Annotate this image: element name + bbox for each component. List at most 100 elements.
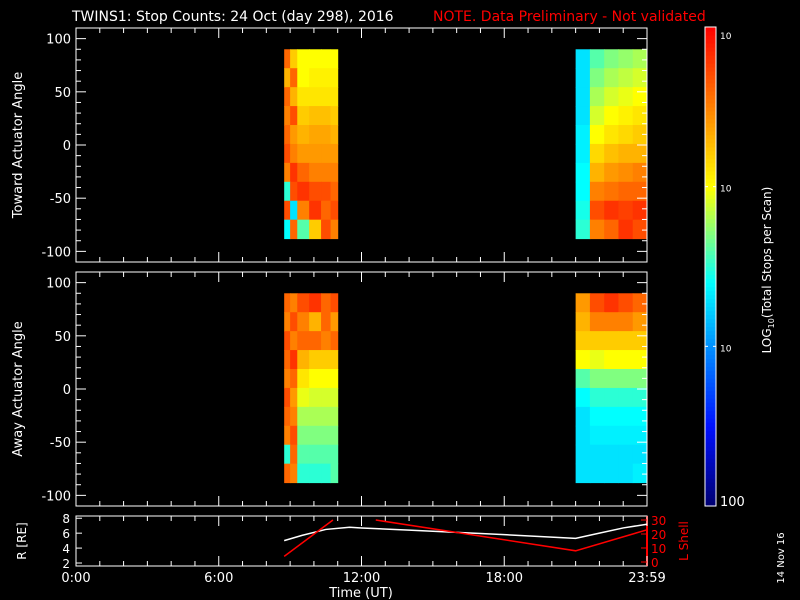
colorbar-swatch [705, 434, 716, 439]
colorbar-swatch [705, 458, 716, 463]
heatmap-cell [618, 293, 634, 313]
heatmap-cell [589, 444, 605, 465]
y-tick-label: 50 [54, 86, 71, 101]
heatmap-cell [632, 87, 648, 107]
heatmap-cell [284, 143, 291, 164]
colorbar-swatch [705, 394, 716, 399]
heatmap-cell [284, 200, 291, 221]
heatmap-cell [618, 68, 634, 88]
heatmap-cell [575, 49, 591, 69]
colorbar-swatch [705, 154, 716, 160]
heatmap-cell [290, 293, 298, 313]
heatmap-cell [321, 331, 332, 351]
lshell-ylabel: L Shell [677, 521, 691, 561]
colorbar-tick-label: 100 [720, 495, 745, 510]
colorbar-swatch [705, 58, 716, 64]
heatmap-cell [290, 68, 298, 88]
heatmap-cell [284, 406, 291, 427]
heatmap-cell [284, 331, 291, 351]
heatmap-cell [297, 106, 310, 126]
colorbar-swatch [705, 270, 716, 276]
heatmap-cell [575, 406, 591, 427]
colorbar-swatch [705, 402, 716, 407]
heatmap-cell [284, 444, 291, 465]
heatmap-cell [618, 369, 634, 389]
colorbar-swatch [705, 82, 716, 88]
heatmap-cell [321, 387, 332, 408]
heatmap-cell [290, 200, 298, 221]
heatmap-cell [284, 219, 291, 240]
colorbar-swatch [705, 74, 716, 80]
heatmap-cell [589, 350, 605, 370]
colorbar-swatch [705, 186, 716, 192]
heatmap-cell [321, 68, 332, 88]
heatmap-cell [284, 425, 291, 446]
time-tick-label: 23:59 [628, 571, 665, 586]
figure-title: TWINS1: Stop Counts: 24 Oct (day 298), 2… [71, 9, 394, 25]
colorbar-swatch [705, 330, 716, 335]
colorbar-swatch [705, 166, 716, 172]
heatmap-cell [575, 106, 591, 126]
heatmap-cell [632, 200, 648, 221]
colorbar-swatch [705, 190, 716, 196]
toward-angle-ylabel: Toward Actuator Angle [11, 72, 26, 219]
y-tick-label: -100 [41, 489, 71, 504]
colorbar-swatch [705, 446, 716, 451]
heatmap-cell [284, 49, 291, 69]
colorbar-swatch [705, 62, 716, 68]
y-tick-label: 0 [63, 139, 71, 154]
colorbar-swatch [705, 206, 716, 212]
heatmap-cell [632, 219, 648, 240]
heatmap-cell [604, 106, 619, 126]
colorbar-swatch [705, 198, 716, 204]
colorbar-swatch [705, 134, 716, 140]
colorbar-swatch [705, 326, 716, 331]
heatmap-cell [309, 331, 322, 351]
heatmap-cell [575, 293, 591, 313]
heatmap-cell [575, 87, 591, 107]
heatmap-cell [618, 143, 634, 164]
colorbar-swatch [705, 414, 716, 419]
lshell-tick-label: 10 [651, 542, 666, 556]
colorbar-swatch [705, 430, 716, 435]
time-tick-label: 18:00 [486, 571, 523, 586]
colorbar-swatch [705, 286, 716, 292]
heatmap-cell [297, 87, 310, 107]
heatmap-cell [589, 143, 605, 164]
preliminary-note: NOTE. Data Preliminary - Not validated [433, 9, 706, 25]
heatmap-cell [290, 87, 298, 107]
colorbar-swatch [705, 306, 716, 312]
heatmap-cell [330, 312, 339, 332]
r-line [283, 523, 648, 542]
heatmap-cell [604, 125, 619, 145]
colorbar-swatch [705, 498, 716, 503]
colorbar-swatch [705, 126, 716, 132]
r-tick-label: 2 [62, 557, 70, 571]
colorbar-swatch [705, 38, 716, 44]
colorbar-swatch [705, 250, 716, 256]
heatmap-cell [309, 406, 322, 427]
colorbar-swatch [705, 350, 716, 355]
colorbar-swatch [705, 254, 716, 260]
heatmap-cell [290, 369, 298, 389]
colorbar-swatch [705, 158, 716, 164]
heatmap-cell [604, 444, 619, 465]
colorbar-swatch [705, 426, 716, 431]
colorbar-swatch [705, 238, 716, 244]
heatmap-cell [589, 293, 605, 313]
heatmap-cell [632, 350, 648, 370]
colorbar-swatch [705, 382, 716, 387]
heatmap-cell [297, 387, 310, 408]
heatmap-cell [284, 181, 291, 202]
heatmap-cell [604, 181, 619, 202]
colorbar-swatch [705, 90, 716, 96]
heatmap-cell [589, 406, 605, 427]
panel-frame [75, 27, 648, 263]
heatmap-cell [290, 350, 298, 370]
heatmap-cell [575, 68, 591, 88]
heatmap-cell [618, 200, 634, 221]
colorbar-swatch [705, 162, 716, 168]
colorbar-swatch [705, 310, 716, 315]
heatmap-cell [309, 49, 322, 69]
heatmap-cell [604, 293, 619, 313]
